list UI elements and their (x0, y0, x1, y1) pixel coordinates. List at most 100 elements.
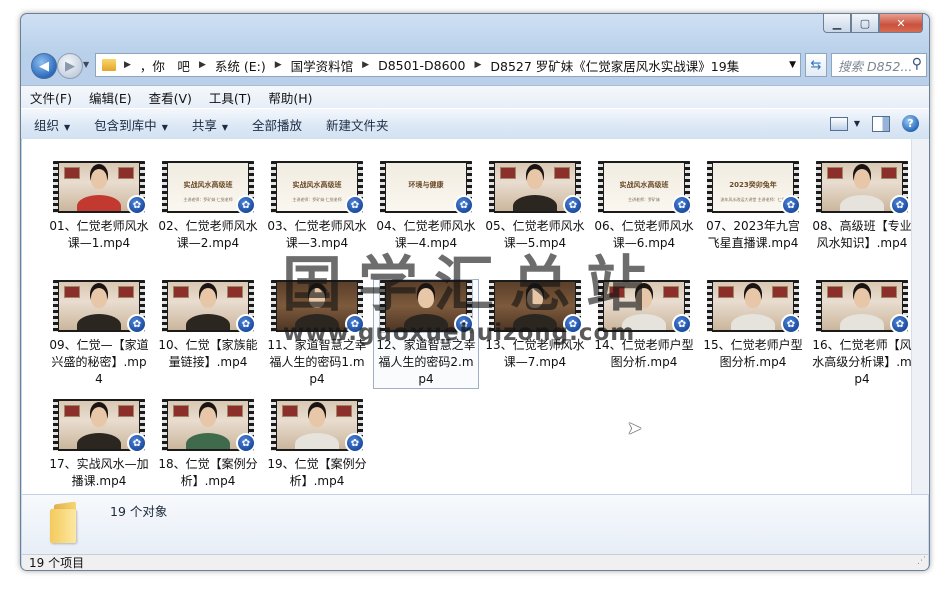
file-item[interactable]: ✿ 17、实战风水—加播课.mp4 (47, 399, 151, 490)
forward-button[interactable]: ▶ (57, 53, 83, 79)
arrow-right-icon: ▶ (65, 58, 75, 74)
status-bar: 19 个项目 ⋰ (22, 554, 928, 570)
maximize-button[interactable]: ▢ (851, 14, 879, 33)
media-player-icon: ✿ (236, 433, 256, 453)
folder-icon (102, 59, 116, 71)
video-thumbnail: ✿ (271, 399, 365, 453)
include-in-library-button[interactable]: 包含到库中 ▼ (81, 115, 179, 134)
change-view-button[interactable]: ▼ (829, 116, 860, 131)
play-all-button[interactable]: 全部播放 (239, 115, 313, 134)
video-thumbnail: ✿ (489, 161, 583, 215)
file-item[interactable]: ✿ 01、仁觉老师风水课—1.mp4 (47, 161, 151, 252)
media-player-icon: ✿ (236, 314, 256, 334)
back-button[interactable]: ◀ (31, 53, 57, 79)
share-button[interactable]: 共享 ▼ (179, 115, 239, 134)
file-name: 15、仁觉老师户型图分析.mp4 (703, 338, 803, 369)
file-item[interactable]: ✿ 15、仁觉老师户型图分析.mp4 (701, 280, 805, 371)
item-count: 19 个项目 (29, 556, 85, 570)
folder-icon (50, 501, 84, 543)
chevron-down-icon[interactable]: ▼ (789, 60, 796, 70)
chevron-right-icon[interactable]: ▶ (195, 60, 210, 70)
refresh-icon: ⇆ (810, 57, 822, 73)
chevron-down-icon: ▼ (853, 119, 860, 128)
media-player-icon: ✿ (127, 314, 147, 334)
new-folder-button[interactable]: 新建文件夹 (313, 115, 400, 134)
chevron-down-icon: ▼ (64, 122, 71, 132)
file-name: 01、仁觉老师风水课—1.mp4 (49, 219, 149, 250)
menu-tools[interactable]: 工具(T) (200, 88, 259, 107)
file-name: 17、实战风水—加播课.mp4 (49, 457, 149, 488)
file-item[interactable]: ✿ 19、仁觉【案例分析】.mp4 (265, 399, 369, 490)
file-name: 07、2023年九宫飞星直播课.mp4 (706, 219, 800, 250)
chevron-right-icon[interactable]: ▶ (120, 60, 135, 70)
file-name: 18、仁觉【案例分析】.mp4 (158, 457, 258, 488)
file-item[interactable]: 实战风水高级班 主讲老师：罗矿妹 仁觉老师 ✿ 02、仁觉老师风水课—2.mp4 (156, 161, 260, 252)
chevron-right-icon[interactable]: ▶ (470, 60, 485, 70)
video-thumbnail: ✿ (53, 280, 147, 334)
share-label: 共享 (191, 117, 217, 133)
media-player-icon: ✿ (890, 314, 910, 334)
watermark-title: 国学汇总站 (282, 250, 662, 320)
refresh-button[interactable]: ⇆ (805, 53, 827, 77)
command-bar: 组织 ▼ 包含到库中 ▼ 共享 ▼ 全部播放 新建文件夹 ▼ ? (21, 108, 929, 140)
media-player-icon: ✿ (127, 195, 147, 215)
object-count: 19 个对象 (110, 504, 168, 519)
breadcrumb-item[interactable]: D8501-D8600 (373, 58, 470, 73)
chevron-right-icon[interactable]: ▶ (358, 60, 373, 70)
chevron-down-icon: ▼ (221, 122, 229, 132)
mouse-cursor-icon: ➤ (627, 418, 643, 439)
file-name: 09、仁觉—【家道兴盛的秘密】.mp4 (49, 338, 149, 386)
file-item[interactable]: ✿ 16、仁觉老师【风水高级分析课】.mp4 (810, 280, 914, 388)
watermark-url: www.guoxuehuizong.com (283, 320, 636, 346)
vertical-scrollbar[interactable] (911, 139, 929, 494)
media-player-icon: ✿ (890, 195, 910, 215)
details-pane: 19 个对象 (22, 494, 928, 555)
breadcrumb-item[interactable]: 系统 (E:) (210, 56, 271, 75)
menu-help[interactable]: 帮助(H) (259, 88, 320, 107)
breadcrumb-item[interactable]: D8527 罗矿妹《仁觉家居风水实战课》19集 (485, 56, 744, 75)
toolbar-right: ▼ ? (829, 115, 919, 132)
menu-bar: 文件(F) 编辑(E) 查看(V) 工具(T) 帮助(H) (21, 85, 929, 108)
media-player-icon: ✿ (781, 314, 801, 334)
search-icon[interactable]: ⚲ (912, 56, 922, 72)
recent-pages-dropdown[interactable]: ▼ (83, 60, 89, 69)
address-bar[interactable]: ▶ ，你 吧 ▶ 系统 (E:) ▶ 国学资料馆 ▶ D8501-D8600 ▶… (95, 53, 801, 77)
chevron-right-icon[interactable]: ▶ (271, 60, 286, 70)
media-player-icon: ✿ (563, 195, 583, 215)
file-name: 08、高级班【专业风水知识】.mp4 (812, 219, 912, 250)
search-input[interactable]: 搜索 D852... ⚲ (831, 53, 927, 77)
close-button[interactable]: ✕ (879, 14, 923, 33)
media-player-icon: ✿ (127, 433, 147, 453)
menu-view[interactable]: 查看(V) (140, 88, 200, 107)
menu-edit[interactable]: 编辑(E) (80, 88, 140, 107)
breadcrumb-item[interactable]: ，你 吧 (135, 56, 195, 75)
video-thumbnail: ✿ (162, 280, 256, 334)
view-icon (829, 116, 848, 131)
media-player-icon: ✿ (345, 195, 365, 215)
file-item[interactable]: ✿ 08、高级班【专业风水知识】.mp4 (810, 161, 914, 252)
video-thumbnail: ✿ (53, 161, 147, 215)
video-thumbnail: 实战风水高级班 主讲老师：罗矿妹 仁觉老师 ✿ (162, 161, 256, 215)
file-item[interactable]: ✿ 18、仁觉【案例分析】.mp4 (156, 399, 260, 490)
video-thumbnail: 环境与健康 ✿ (380, 161, 474, 215)
media-player-icon: ✿ (672, 314, 692, 334)
file-name: 19、仁觉【案例分析】.mp4 (267, 457, 367, 488)
organize-button[interactable]: 组织 ▼ (21, 115, 81, 134)
video-thumbnail: ✿ (816, 280, 910, 334)
video-thumbnail: ✿ (162, 399, 256, 453)
media-player-icon: ✿ (781, 195, 801, 215)
help-icon[interactable]: ? (902, 115, 919, 132)
file-item[interactable]: ✿ 09、仁觉—【家道兴盛的秘密】.mp4 (47, 280, 151, 388)
minimize-button[interactable]: ▁ (823, 14, 851, 33)
menu-file[interactable]: 文件(F) (21, 88, 80, 107)
video-thumbnail: 实战风水高级班 主讲老师：罗矿妹 ✿ (598, 161, 692, 215)
file-item[interactable]: ✿ 10、仁觉【家族能量链接】.mp4 (156, 280, 260, 371)
preview-pane-icon[interactable] (872, 115, 890, 132)
search-placeholder: 搜索 D852... (838, 58, 913, 74)
resize-grip-icon[interactable]: ⋰ (917, 553, 926, 569)
file-name: 02、仁觉老师风水课—2.mp4 (158, 219, 258, 250)
file-name: 16、仁觉老师【风水高级分析课】.mp4 (812, 338, 912, 386)
media-player-icon: ✿ (236, 195, 256, 215)
breadcrumb-item[interactable]: 国学资料馆 (286, 56, 359, 75)
file-item[interactable]: 2023癸卯兔年 流年风水改运大讲堂 主讲老师：仁觉 ✿ 07、2023年九宫飞星直播… (701, 161, 805, 252)
